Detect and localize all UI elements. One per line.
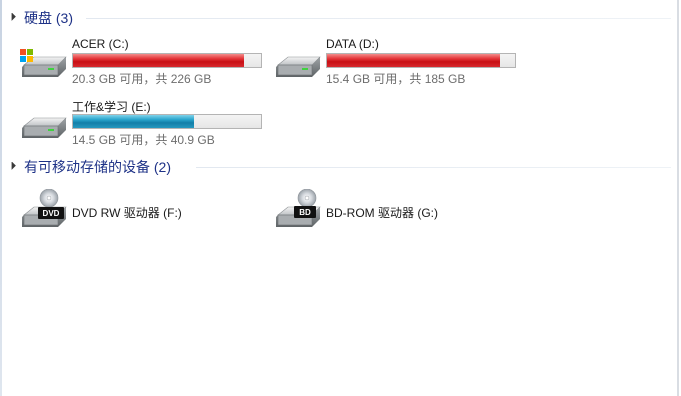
usage-bar (72, 53, 262, 68)
free-space-text: 20.3 GB 可用，共 226 GB (72, 72, 212, 86)
drive-c[interactable]: ACER (C:) 20.3 GB 可用，共 226 GB (18, 35, 268, 91)
chevron-down-icon (11, 162, 16, 170)
disc-label: BD (299, 208, 311, 217)
drive-g[interactable]: BD BD-ROM 驱动器 (G:) (272, 181, 522, 237)
free-space-text: 15.4 GB 可用，共 185 GB (326, 72, 466, 86)
drive-e[interactable]: 工作&学习 (E:) 14.5 GB 可用，共 40.9 GB (18, 96, 268, 152)
group-label: 硬盘 (3) (24, 10, 73, 26)
usage-bar-fill (73, 54, 245, 67)
chevron-down-icon (11, 13, 16, 21)
group-divider (196, 167, 671, 168)
usage-bar (326, 53, 516, 68)
disc-label: DVD (43, 209, 60, 218)
drive-f[interactable]: DVD DVD RW 驱动器 (F:) (18, 181, 268, 237)
drive-name: BD-ROM 驱动器 (G:) (326, 206, 438, 220)
usage-bar-fill (327, 54, 500, 67)
bd-drive-icon: BD (276, 189, 321, 227)
drive-name: DVD RW 驱动器 (F:) (72, 206, 182, 220)
drive-d[interactable]: DATA (D:) 15.4 GB 可用，共 185 GB (272, 35, 522, 91)
drive-name: DATA (D:) (326, 37, 379, 51)
group-header-removable[interactable]: 有可移动存储的设备 (2) (8, 158, 171, 176)
pane-edge (0, 0, 2, 396)
free-space-text: 14.5 GB 可用，共 40.9 GB (72, 133, 215, 147)
usage-bar-fill (73, 115, 195, 128)
usage-bar (72, 114, 262, 129)
drive-name: ACER (C:) (72, 37, 129, 51)
dvd-drive-icon: DVD (22, 189, 67, 227)
group-divider (86, 18, 671, 19)
group-header-hard-disks[interactable]: 硬盘 (3) (8, 9, 73, 27)
hard-drive-windows-icon (20, 49, 67, 77)
hard-drive-icon (276, 56, 321, 77)
hard-drive-icon (22, 117, 67, 138)
content-pane: 硬盘 (3) ACER (C:) 20.3 GB 可用，共 226 GB DAT… (0, 0, 679, 396)
drive-name: 工作&学习 (E:) (72, 100, 151, 114)
group-label: 有可移动存储的设备 (2) (24, 159, 171, 175)
